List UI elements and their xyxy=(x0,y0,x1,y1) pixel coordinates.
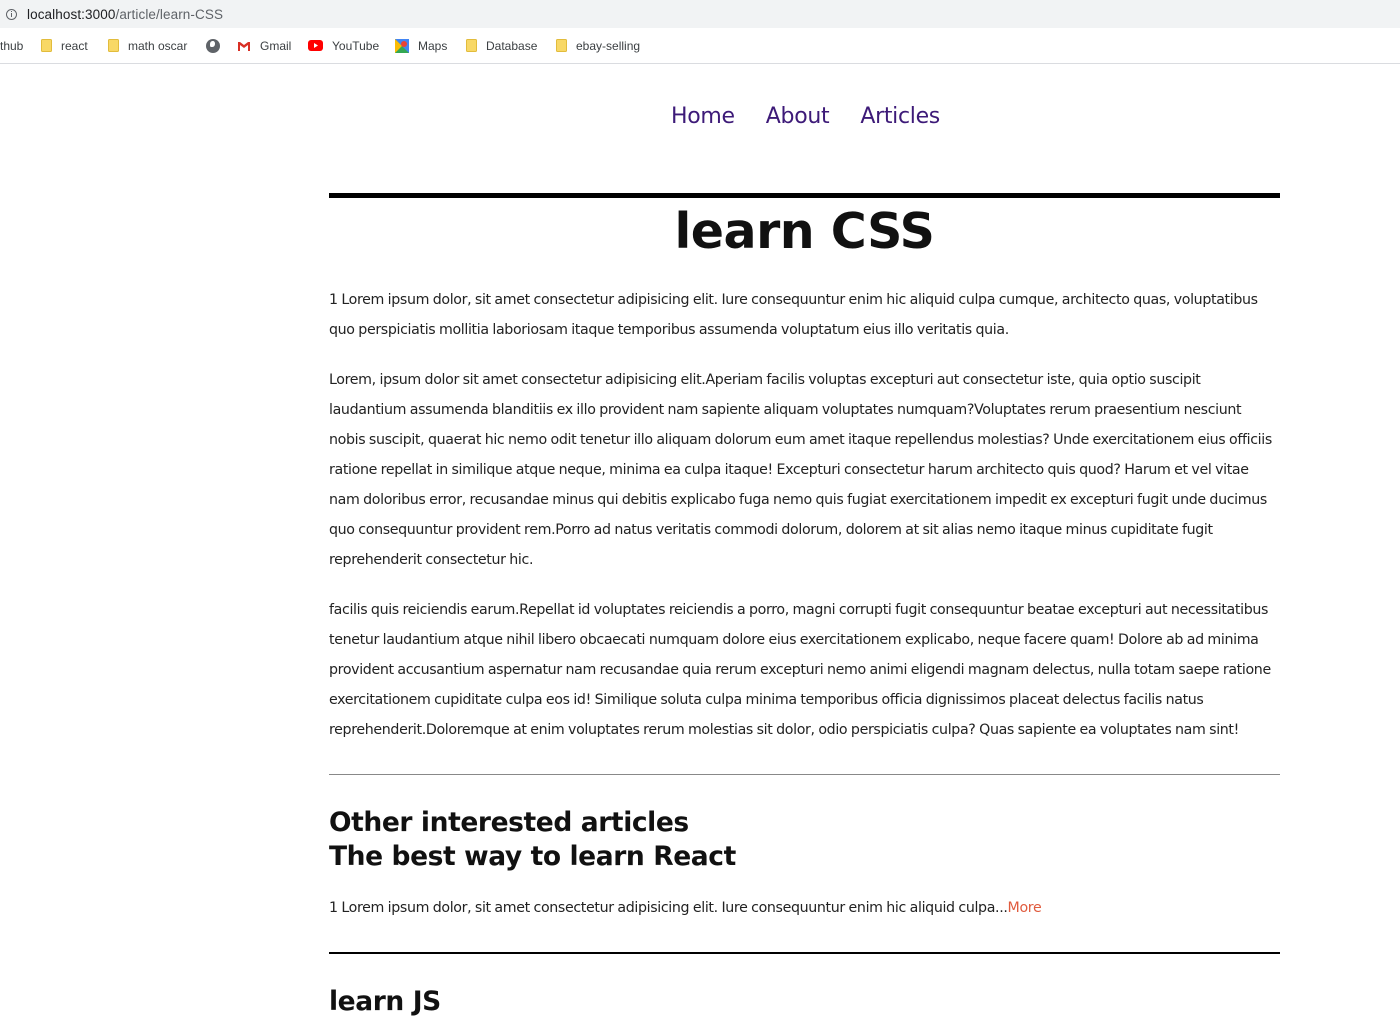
related-article-title[interactable]: learn JS xyxy=(329,985,1280,1019)
url-host: localhost:3000 xyxy=(27,6,116,22)
nav-home-link[interactable]: Home xyxy=(671,104,735,129)
bookmark-label: Gmail xyxy=(260,38,292,53)
bookmark-math-oscar[interactable]: math oscar xyxy=(108,28,187,63)
article-paragraph: facilis quis reiciendis earum.Repellat i… xyxy=(329,602,1271,738)
bookmark-label: ebay-selling xyxy=(576,38,641,53)
article-paragraph: Lorem, ipsum dolor sit amet consectetur … xyxy=(329,372,1272,568)
bookmark-database[interactable]: Database xyxy=(466,28,537,63)
maps-icon xyxy=(395,38,409,53)
youtube-icon xyxy=(308,40,323,51)
address-bar[interactable]: localhost:3000/article/learn-CSS xyxy=(0,0,1400,28)
related-articles-heading: Other interested articles xyxy=(329,807,689,838)
bookmark-label: Database xyxy=(486,38,538,53)
folder-icon xyxy=(466,39,477,52)
title-divider xyxy=(329,193,1280,198)
nav-about-link[interactable]: About xyxy=(766,104,830,129)
bookmark-label: YouTube xyxy=(332,38,380,53)
gmail-icon xyxy=(237,41,251,51)
folder-icon xyxy=(556,39,567,52)
bookmark-label: thub xyxy=(0,38,24,53)
bookmark-youtube[interactable]: YouTube xyxy=(308,28,379,63)
section-divider xyxy=(329,774,1280,775)
bookmark-globe[interactable] xyxy=(206,28,220,63)
bookmark-ebay-selling[interactable]: ebay-selling xyxy=(556,28,640,63)
article-title: learn CSS xyxy=(674,203,935,260)
folder-icon xyxy=(108,39,119,52)
nav-articles-link[interactable]: Articles xyxy=(860,104,940,129)
bookmark-react[interactable]: react xyxy=(41,28,88,63)
bookmark-maps[interactable]: Maps xyxy=(395,28,447,63)
bookmark-gmail[interactable]: Gmail xyxy=(237,28,291,63)
related-divider xyxy=(329,952,1280,954)
article-paragraph: 1 Lorem ipsum dolor, sit amet consectetu… xyxy=(329,292,1258,338)
folder-icon xyxy=(41,39,52,52)
more-link[interactable]: More xyxy=(1008,900,1042,916)
related-article-title[interactable]: The best way to learn React xyxy=(329,840,1280,874)
article: learn CSS 1 Lorem ipsum dolor, sit amet … xyxy=(329,193,1280,1019)
related-article-excerpt: 1 Lorem ipsum dolor, sit amet consectetu… xyxy=(329,893,1280,923)
bookmark-github[interactable]: thub xyxy=(0,28,23,63)
url-path: /article/learn-CSS xyxy=(115,6,224,22)
bookmark-label: math oscar xyxy=(128,38,188,53)
url-text[interactable]: localhost:3000/article/learn-CSS xyxy=(27,7,223,22)
globe-icon xyxy=(206,38,220,53)
bookmark-label: Maps xyxy=(418,38,448,53)
main-nav: Home About Articles xyxy=(671,104,940,129)
info-icon[interactable] xyxy=(6,8,17,20)
bookmarks-bar: thub react math oscar Gmail YouTube Maps… xyxy=(0,28,1400,64)
bookmark-label: react xyxy=(61,38,88,53)
excerpt-text: 1 Lorem ipsum dolor, sit amet consectetu… xyxy=(329,900,1008,916)
